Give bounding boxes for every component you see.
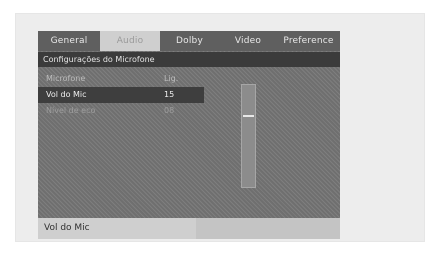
slider-knob[interactable] (243, 115, 254, 117)
settings-list: Microfone Lig. Vol do Mic 15 Nível de ec… (38, 71, 204, 119)
setting-value: Lig. (164, 74, 179, 83)
tab-bar: General Audio Dolby Video Preference (38, 31, 340, 51)
setting-label: Microfone (46, 74, 86, 83)
setting-value: 15 (164, 90, 175, 99)
setting-row-microfone[interactable]: Microfone Lig. (38, 71, 204, 87)
setting-value: 08 (164, 106, 175, 115)
status-bar-right (196, 218, 340, 239)
tab-audio[interactable]: Audio (100, 31, 160, 51)
tab-video[interactable]: Video (219, 31, 277, 51)
osd-menu: General Audio Dolby Video Preference Con… (38, 31, 340, 239)
setting-label: Vol do Mic (46, 90, 87, 99)
section-title: Configurações do Microfone (38, 52, 340, 67)
setting-row-vol-do-mic[interactable]: Vol do Mic 15 (38, 87, 204, 103)
tab-preference[interactable]: Preference (277, 31, 340, 51)
tab-general[interactable]: General (38, 31, 100, 51)
setting-label: Nível de eco (46, 106, 96, 115)
tab-dolby[interactable]: Dolby (160, 31, 219, 51)
setting-row-nivel-de-eco[interactable]: Nível de eco 08 (38, 103, 204, 119)
volume-slider[interactable] (241, 84, 256, 188)
